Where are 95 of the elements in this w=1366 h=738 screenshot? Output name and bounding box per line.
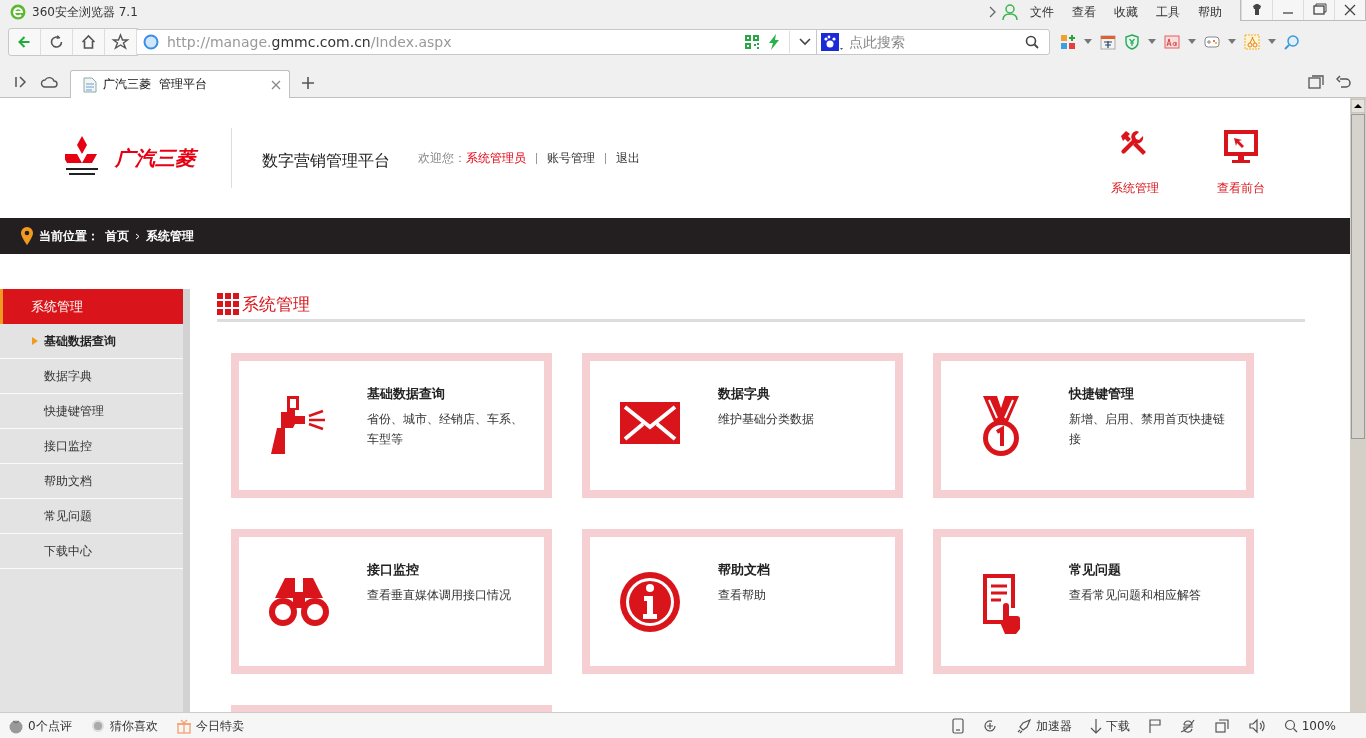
dot-icon (89, 718, 106, 734)
card-description: 查看垂直媒体调用接口情况 (367, 587, 512, 604)
sidebar-title: 系统管理 (0, 289, 183, 324)
tab-list-icon[interactable] (1308, 75, 1324, 89)
menu-item[interactable]: 工具 (1156, 3, 1180, 21)
info-icon (618, 570, 682, 634)
menu-item[interactable]: 帮助 (1198, 3, 1222, 21)
card-title[interactable]: 接口监控 (367, 561, 527, 579)
user-link[interactable]: 系统管理员 (466, 149, 526, 167)
menu-item[interactable]: 查看 (1072, 3, 1096, 21)
dropdown-caret-icon[interactable] (1228, 39, 1236, 45)
apps-icon[interactable] (1060, 34, 1076, 50)
grid-icon (217, 293, 239, 315)
breadcrumb-link[interactable]: 系统管理 (146, 227, 194, 245)
chevron-right-icon[interactable] (988, 6, 996, 18)
card-description: 新增、启用、禁用首页快捷链接 (1069, 411, 1226, 448)
download-button[interactable]: 下载 (1089, 717, 1130, 735)
translate-icon[interactable] (1100, 34, 1116, 50)
menu-item[interactable]: 文件 (1030, 3, 1054, 21)
location-pin-icon (21, 227, 33, 245)
search-icon (1283, 719, 1298, 733)
speaker-icon[interactable] (1247, 718, 1266, 734)
magnifier-icon[interactable] (1284, 34, 1300, 50)
page-icon (83, 76, 97, 93)
header-link[interactable]: 账号管理 (547, 149, 595, 167)
search-input[interactable]: 点此搜索 (847, 33, 1021, 51)
accelerator-button[interactable]: 加速器 (1015, 717, 1072, 735)
platform-title: 数字营销管理平台 (262, 150, 390, 172)
lightning-icon[interactable] (767, 34, 781, 50)
card-description: 查看帮助 (718, 587, 767, 604)
header-link[interactable]: 退出 (616, 149, 640, 167)
browser-tab[interactable]: 广汽三菱 管理平台 (70, 70, 290, 98)
tomato-icon (8, 718, 24, 734)
status-item[interactable]: 0个点评 (8, 717, 72, 735)
address-field[interactable]: http://manage.gmmc.com.cn/Index.aspx (137, 29, 817, 55)
cloud-icon[interactable] (40, 75, 58, 89)
sidebar-item[interactable]: 帮助文档 (0, 464, 183, 499)
card-title[interactable]: 基础数据查询 (367, 385, 527, 403)
sidebar-item[interactable]: 快捷键管理 (0, 394, 183, 429)
phone-icon[interactable] (951, 718, 964, 734)
shortcut-link[interactable]: 系统管理 (1082, 127, 1188, 197)
card-title[interactable]: 常见问题 (1069, 561, 1229, 579)
triangle-right-icon (32, 337, 38, 345)
sidebar-item[interactable]: 常见问题 (0, 499, 183, 534)
window-title: 360安全浏览器 7.1 (32, 3, 138, 21)
card-description: 维护基础分类数据 (718, 411, 815, 428)
arrow-down-icon (1089, 718, 1102, 734)
dropdown-caret-icon[interactable] (1268, 39, 1276, 45)
sidebar-item[interactable]: 基础数据查询 (0, 324, 183, 359)
scrollbar[interactable] (1350, 98, 1366, 712)
card-title[interactable]: 帮助文档 (718, 561, 878, 579)
scissors-icon[interactable] (1244, 34, 1260, 50)
dropdown-caret-icon[interactable] (1084, 39, 1092, 45)
breadcrumb-link[interactable]: 首页 (105, 227, 129, 245)
search-icon[interactable] (1025, 35, 1039, 49)
status-item[interactable]: 猜你喜欢 (89, 717, 158, 735)
search-box[interactable]: 点此搜索 (816, 29, 1050, 55)
card-title[interactable]: 数据字典 (718, 385, 878, 403)
status-item[interactable]: 今日特卖 (175, 717, 244, 735)
flag-icon[interactable] (1147, 718, 1162, 734)
scroll-thumb[interactable] (1351, 114, 1365, 439)
paw-icon (821, 33, 843, 51)
refresh-plus-icon[interactable] (981, 718, 998, 734)
menu-item[interactable]: 收藏 (1114, 3, 1138, 21)
card-description: 查看常见问题和相应解答 (1069, 587, 1202, 604)
new-tab-icon[interactable] (302, 77, 314, 89)
scroll-up-icon[interactable] (1351, 99, 1365, 113)
sidebar-item[interactable]: 接口监控 (0, 429, 183, 464)
font-icon[interactable] (1164, 34, 1180, 50)
gamepad-icon[interactable] (1204, 34, 1220, 50)
dropdown-caret-icon[interactable] (789, 31, 812, 53)
shortcut-link[interactable]: 查看前台 (1188, 127, 1294, 197)
rocket-icon (1015, 718, 1032, 734)
globe-icon (143, 34, 159, 50)
card-title[interactable]: 快捷键管理 (1069, 385, 1229, 403)
section-title: 系统管理 (242, 292, 310, 316)
sidebar-toggle-icon[interactable] (14, 75, 28, 89)
dropdown-caret-icon[interactable] (1188, 39, 1196, 45)
monitor-icon (1223, 127, 1259, 164)
card-description: 省份、城市、经销店、车系、车型等 (367, 411, 524, 448)
sidebar-item[interactable]: 下载中心 (0, 534, 183, 569)
window-icon[interactable] (1213, 718, 1230, 734)
gift-icon (175, 718, 192, 734)
welcome-label: 欢迎您： (418, 149, 466, 167)
browser-logo-icon (10, 4, 26, 20)
sidebar-item[interactable]: 数据字典 (0, 359, 183, 394)
zoom-control[interactable]: 100% (1283, 719, 1336, 733)
qr-code-icon[interactable] (745, 35, 759, 49)
chevron-right-icon (135, 232, 140, 240)
shield-icon[interactable] (1124, 34, 1140, 50)
dropdown-caret-icon[interactable] (1148, 39, 1156, 45)
undo-icon[interactable] (1336, 75, 1352, 89)
url-text: http://manage.gmmc.com.cn/Index.aspx (167, 34, 452, 50)
user-icon[interactable] (1002, 4, 1018, 20)
breadcrumb-label: 当前位置： (39, 227, 99, 245)
